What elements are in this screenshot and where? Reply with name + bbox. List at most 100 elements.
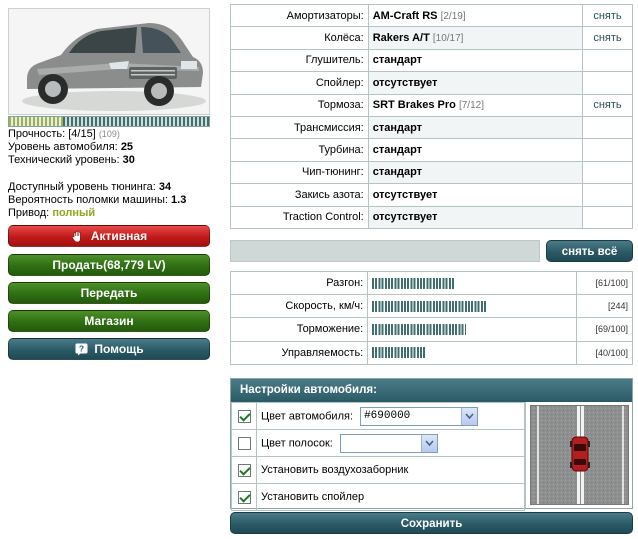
part-label: Закись азота: bbox=[230, 183, 369, 207]
chevron-down-icon bbox=[461, 407, 478, 425]
durability-bar-fill bbox=[9, 117, 63, 126]
part-action-cell: снять bbox=[582, 26, 633, 50]
hand-icon bbox=[71, 229, 85, 243]
part-action-cell bbox=[582, 160, 633, 185]
performance-bar-fill bbox=[372, 323, 467, 335]
part-value-name: стандарт bbox=[372, 121, 423, 134]
performance-row: Торможение: [69/100] bbox=[229, 317, 633, 342]
performance-bar bbox=[372, 300, 572, 312]
remove-part-link[interactable]: снять bbox=[593, 10, 621, 22]
part-label: Трансмиссия: bbox=[230, 115, 369, 140]
car-color-select[interactable]: #690000 bbox=[360, 406, 479, 426]
part-row: Спойлер: отсутствует bbox=[230, 71, 633, 95]
stripe-color-select[interactable] bbox=[339, 433, 438, 453]
part-value-extra: [10/17] bbox=[432, 33, 464, 45]
active-button-label: Активная bbox=[90, 229, 148, 243]
drive-line: Привод: полный bbox=[8, 207, 213, 220]
preview-car-topdown bbox=[569, 436, 590, 472]
performance-bar bbox=[372, 277, 572, 289]
car-stats: Прочность: [4/15] (109) Уровень автомоби… bbox=[8, 128, 213, 167]
active-button[interactable]: Активная bbox=[8, 225, 210, 247]
tuning-level-label: Доступный уровень тюнинга: bbox=[8, 181, 156, 193]
part-label: Турбина: bbox=[230, 138, 369, 162]
part-value: SRT Brakes Pro [7/12] bbox=[367, 93, 584, 117]
durability-label: Прочность: bbox=[8, 128, 66, 140]
parts-table: Амортизаторы: AM-Craft RS [2/19] снять Колё… bbox=[230, 3, 633, 229]
settings-row-spoiler: Установить спойлер bbox=[231, 483, 525, 511]
part-value-name: AM-Craft RS bbox=[372, 9, 438, 22]
stripe-color-checkbox[interactable] bbox=[237, 436, 251, 450]
remove-part-link[interactable]: снять bbox=[593, 32, 621, 44]
question-icon: ? bbox=[74, 342, 88, 356]
part-label: Глушитель: bbox=[230, 48, 369, 73]
air-intake-label: Установить воздухозаборник bbox=[256, 456, 525, 484]
performance-bar bbox=[372, 323, 572, 335]
settings-title: Настройки автомобиля: bbox=[231, 379, 632, 402]
part-value-extra: [7/12] bbox=[458, 100, 484, 112]
part-value: стандарт bbox=[367, 160, 584, 185]
durability-extra: (109) bbox=[98, 129, 120, 139]
car-level-line: Уровень автомобиля: 25 bbox=[8, 141, 213, 154]
performance-label: Разгон: bbox=[229, 270, 369, 296]
performance-row: Скорость, км/ч: [244] bbox=[229, 294, 633, 319]
tech-level-label: Технический уровень: bbox=[8, 154, 120, 166]
durability-value: [4/15] bbox=[68, 128, 96, 140]
performance-bar-cell bbox=[367, 340, 578, 365]
performance-table: Разгон: [61/100] Скорость, км/ч: [244] Тормо… bbox=[229, 270, 633, 365]
part-row: Тормоза: SRT Brakes Pro [7/12] снять bbox=[230, 93, 633, 117]
part-action-cell bbox=[582, 138, 633, 162]
remove-all-button[interactable]: снять всё bbox=[546, 240, 633, 262]
part-value: отсутствует bbox=[367, 205, 584, 229]
part-value-name: отсутствует bbox=[372, 76, 438, 89]
part-row: Трансмиссия: стандарт bbox=[230, 115, 633, 140]
chevron-down-icon bbox=[420, 434, 437, 452]
part-row: Чип-тюнинг: стандарт bbox=[230, 160, 633, 185]
performance-value: [61/100] bbox=[576, 270, 633, 296]
car-preview bbox=[529, 405, 629, 505]
tech-level-line: Технический уровень: 30 bbox=[8, 154, 213, 167]
performance-bar-cell bbox=[367, 270, 578, 296]
remove-part-link[interactable]: снять bbox=[593, 99, 621, 111]
part-action-cell: снять bbox=[582, 93, 633, 117]
car-color-select-value: #690000 bbox=[364, 410, 411, 422]
durability-bar bbox=[8, 116, 210, 127]
part-action-cell bbox=[582, 115, 633, 140]
spoiler-checkbox[interactable] bbox=[237, 490, 251, 504]
part-row: Глушитель: стандарт bbox=[230, 48, 633, 73]
breakdown-line: Вероятность поломки машины: 1.3 bbox=[8, 194, 213, 207]
car-color-label: Цвет автомобиля: bbox=[261, 409, 354, 422]
help-button-label: Помощь bbox=[94, 342, 144, 356]
part-value-name: стандарт bbox=[372, 166, 423, 179]
performance-row: Управляемость: [40/100] bbox=[229, 340, 633, 365]
part-value-name: Rakers A/T bbox=[372, 32, 430, 45]
part-value-name: SRT Brakes Pro bbox=[372, 99, 456, 112]
performance-bar-cell bbox=[367, 317, 578, 342]
part-value-name: отсутствует bbox=[372, 211, 438, 224]
part-value-name: стандарт bbox=[372, 54, 423, 67]
part-label: Амортизаторы: bbox=[230, 3, 369, 28]
settings-table: Цвет автомобиля: #690000 Цвет полосок: У… bbox=[231, 402, 525, 511]
part-value: стандарт bbox=[367, 48, 584, 73]
transfer-button-label: Передать bbox=[80, 286, 138, 300]
drive-value: полный bbox=[52, 207, 96, 219]
part-value: AM-Craft RS [2/19] bbox=[367, 3, 584, 28]
part-label: Колёса: bbox=[230, 26, 369, 50]
spoiler-label: Установить спойлер bbox=[256, 483, 525, 511]
shop-button[interactable]: Магазин bbox=[8, 310, 210, 332]
sell-button[interactable]: Продать(68,779 LV) bbox=[8, 254, 210, 276]
part-value: стандарт bbox=[367, 138, 584, 162]
air-intake-checkbox[interactable] bbox=[237, 463, 251, 477]
part-action-cell: снять bbox=[582, 3, 633, 28]
performance-label: Торможение: bbox=[229, 317, 369, 342]
part-value: отсутствует bbox=[367, 71, 584, 95]
part-row: Турбина: стандарт bbox=[230, 138, 633, 162]
transfer-button[interactable]: Передать bbox=[8, 282, 210, 304]
save-button[interactable]: Сохранить bbox=[230, 512, 633, 534]
part-row: Закись азота: отсутствует bbox=[230, 183, 633, 207]
stripe-color-label: Цвет полосок: bbox=[261, 436, 333, 449]
performance-row: Разгон: [61/100] bbox=[229, 270, 633, 296]
help-button[interactable]: ? Помощь bbox=[8, 338, 210, 360]
part-row: Амортизаторы: AM-Craft RS [2/19] снять bbox=[230, 3, 633, 28]
part-value-extra: [2/19] bbox=[440, 10, 466, 22]
car-color-checkbox[interactable] bbox=[237, 409, 251, 423]
